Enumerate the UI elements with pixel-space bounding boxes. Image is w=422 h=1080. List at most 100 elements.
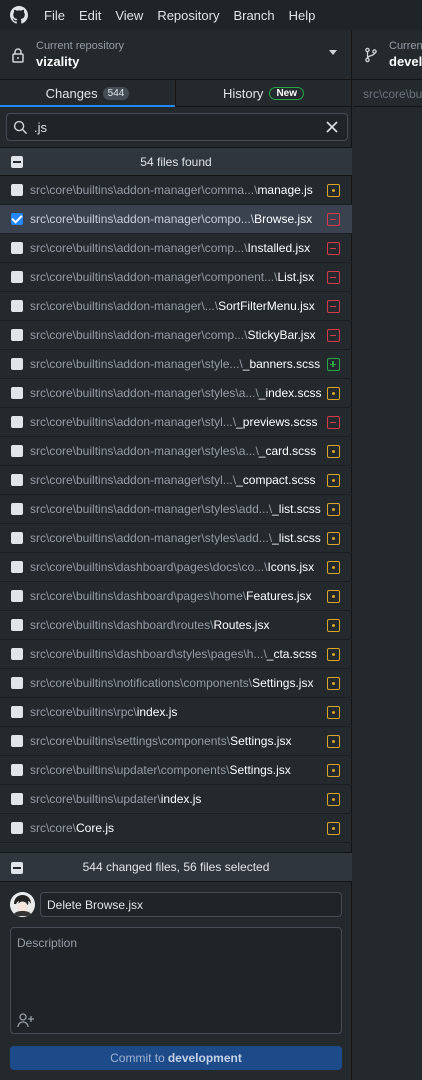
file-name: _previews.scss [236,415,318,429]
file-row[interactable]: src\core\builtins\dashboard\pages\home\F… [0,582,352,611]
menu-help[interactable]: Help [282,0,323,30]
file-checkbox[interactable] [11,213,23,225]
file-row[interactable]: src\core\builtins\dashboard\routes\Route… [0,611,352,640]
file-checkbox[interactable] [11,590,23,602]
file-path: src\core\builtins\updater\components\Set… [30,763,326,777]
file-row[interactable]: src\core\builtins\addon-manager\styl...\… [0,408,352,437]
deleted-status-icon [327,329,340,342]
github-logo-icon[interactable] [10,6,28,24]
menu-view[interactable]: View [108,0,150,30]
modified-status-icon [327,503,340,516]
file-row[interactable]: src\core\builtins\addon-manager\style...… [0,350,352,379]
file-row[interactable]: src\core\builtins\addon-manager\styl...\… [0,466,352,495]
file-row[interactable]: src\core\builtins\addon-manager\styles\a… [0,379,352,408]
branch-name: development [389,54,422,69]
modified-status-icon [327,561,340,574]
file-checkbox[interactable] [11,329,23,341]
file-row[interactable]: src\core\builtins\addon-manager\styles\a… [0,495,352,524]
files-found-header: 54 files found [0,147,352,176]
file-name: Settings.jsx [229,763,291,777]
modified-status-icon [327,648,340,661]
filter-input[interactable] [34,119,325,135]
modified-status-icon [327,735,340,748]
branch-selector[interactable]: Current branch development [353,30,422,79]
file-checkbox[interactable] [11,271,23,283]
menu-edit[interactable]: Edit [72,0,108,30]
file-path: src\core\builtins\addon-manager\styles\a… [30,444,326,458]
file-checkbox[interactable] [11,735,23,747]
file-directory: src\core\builtins\addon-manager\comp...\ [30,328,248,342]
file-name: manage.js [257,183,313,197]
repository-selector[interactable]: Current repository vizality [0,30,352,79]
file-path: src\core\builtins\dashboard\routes\Route… [30,618,326,632]
modified-status-icon [327,677,340,690]
file-path: src\core\builtins\dashboard\styles\pages… [30,647,326,661]
file-checkbox[interactable] [11,822,23,834]
file-row[interactable]: src\core\builtins\addon-manager\...\Sort… [0,292,352,321]
file-checkbox[interactable] [11,503,23,515]
filter-box [6,113,348,141]
file-row[interactable]: src\core\builtins\dashboard\pages\docs\c… [0,553,352,582]
file-directory: src\core\builtins\addon-manager\componen… [30,270,278,284]
tab-history-label: History [222,85,264,101]
file-checkbox[interactable] [11,445,23,457]
file-row[interactable]: src\core\builtins\notifications\componen… [0,669,352,698]
deleted-status-icon [327,300,340,313]
file-checkbox[interactable] [11,387,23,399]
file-checkbox[interactable] [11,793,23,805]
commit-description-input[interactable]: Description [10,927,342,1034]
file-checkbox[interactable] [11,648,23,660]
file-row[interactable]: src\core\Core.js [0,814,352,843]
file-name: Browse.jsx [254,212,313,226]
file-checkbox[interactable] [11,184,23,196]
include-all-checkbox[interactable] [11,862,23,874]
file-row[interactable]: src\core\builtins\addon-manager\comp...\… [0,234,352,263]
file-path: src\core\builtins\addon-manager\componen… [30,270,326,284]
branch-label: Current branch [389,40,422,52]
file-row[interactable]: src\core\builtins\rpc\index.js [0,698,352,727]
file-row[interactable]: src\core\builtins\settings\components\Se… [0,727,352,756]
select-all-checkbox[interactable] [11,156,23,168]
menu-branch[interactable]: Branch [226,0,281,30]
menu-file[interactable]: File [44,0,72,30]
tab-history[interactable]: History New [176,80,351,106]
file-checkbox[interactable] [11,300,23,312]
file-row[interactable]: src\core\builtins\updater\index.js [0,785,352,814]
close-icon[interactable] [325,120,339,134]
file-checkbox[interactable] [11,619,23,631]
file-row[interactable]: src\core\builtins\addon-manager\styles\a… [0,524,352,553]
file-directory: src\core\builtins\dashboard\pages\docs\c… [30,560,268,574]
file-checkbox[interactable] [11,242,23,254]
file-row[interactable]: src\core\builtins\addon-manager\componen… [0,263,352,292]
file-row[interactable]: src\core\builtins\addon-manager\styles\a… [0,437,352,466]
file-row[interactable]: src\core\builtins\addon-manager\compo...… [0,205,352,234]
file-checkbox[interactable] [11,677,23,689]
file-row[interactable]: src\core\builtins\addon-manager\comma...… [0,176,352,205]
modified-status-icon [327,532,340,545]
file-checkbox[interactable] [11,474,23,486]
file-checkbox[interactable] [11,358,23,370]
menu-repository[interactable]: Repository [150,0,226,30]
file-directory: src\core\builtins\addon-manager\styles\a… [30,531,273,545]
file-checkbox[interactable] [11,706,23,718]
commit-summary-input[interactable] [40,892,342,917]
file-name: List.jsx [277,270,315,284]
file-row[interactable]: src\core\builtins\dashboard\styles\pages… [0,640,352,669]
description-placeholder: Description [17,936,78,950]
file-checkbox[interactable] [11,561,23,573]
file-checkbox[interactable] [11,532,23,544]
toolbar: Current repository vizality Current bran… [0,30,422,80]
file-checkbox[interactable] [11,764,23,776]
tab-changes[interactable]: Changes 544 [0,80,176,107]
file-name: Features.jsx [246,589,312,603]
commit-button[interactable]: Commit to development [10,1046,342,1070]
tab-changes-label: Changes [45,85,98,101]
deleted-status-icon [327,271,340,284]
file-name: _compact.scss [236,473,316,487]
commit-button-prefix: Commit to [110,1051,165,1065]
file-row[interactable]: src\core\builtins\addon-manager\comp...\… [0,321,352,350]
file-directory: src\core\ [30,821,77,835]
add-coauthor-icon[interactable] [17,1012,35,1028]
file-row[interactable]: src\core\builtins\updater\components\Set… [0,756,352,785]
file-checkbox[interactable] [11,416,23,428]
